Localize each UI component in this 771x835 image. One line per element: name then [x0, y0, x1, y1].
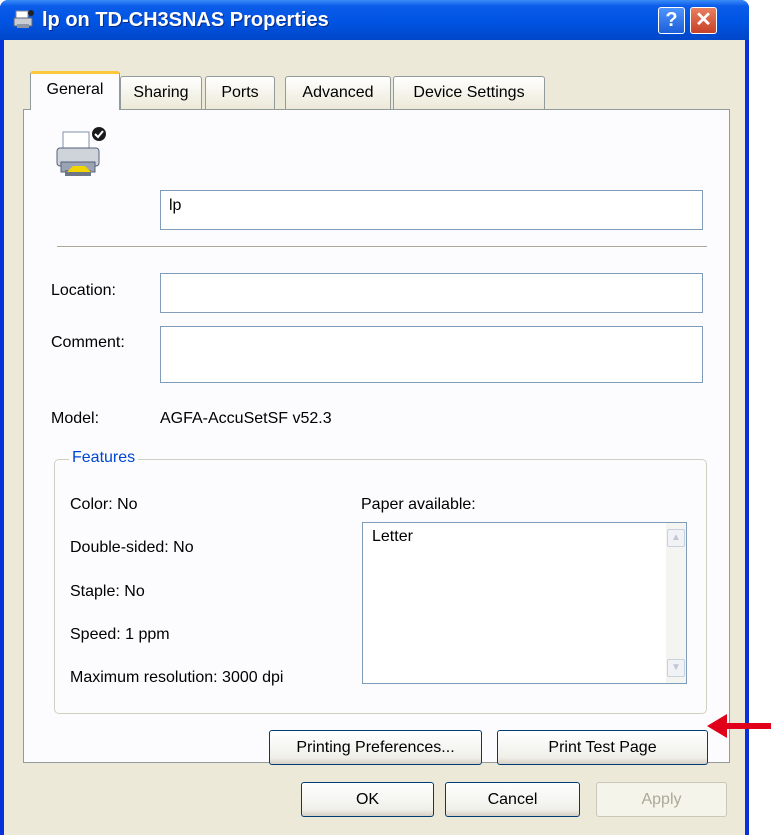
general-tab-panel: lp Location: Comment: Model: AGFA-AccuSe… — [23, 109, 730, 765]
model-label: Model: — [51, 410, 100, 427]
tab-sharing[interactable]: Sharing — [120, 76, 202, 109]
printer-icon — [13, 10, 34, 28]
printer-icon — [56, 127, 106, 176]
tab-device-settings[interactable]: Device Settings — [393, 76, 545, 109]
title-bar[interactable]: lp on TD-CH3SNAS Properties ? ✕ — [0, 0, 749, 40]
close-button[interactable]: ✕ — [690, 7, 717, 34]
model-value: AGFA-AccuSetSF v52.3 — [160, 410, 332, 427]
dialog-client-area: General Sharing Ports Advanced Device Se… — [4, 40, 745, 835]
paper-list[interactable]: Letter ▲ ▼ — [362, 522, 687, 684]
cancel-button[interactable]: Cancel — [445, 782, 580, 817]
printing-preferences-button[interactable]: Printing Preferences... — [269, 730, 482, 765]
separator — [57, 246, 707, 248]
list-item[interactable]: Letter — [372, 528, 413, 546]
comment-input[interactable] — [160, 326, 703, 383]
comment-label: Comment: — [51, 334, 125, 351]
scroll-up-icon[interactable]: ▲ — [667, 529, 685, 547]
properties-window: lp on TD-CH3SNAS Properties ? ✕ General … — [0, 0, 749, 835]
help-button[interactable]: ? — [658, 7, 685, 34]
scrollbar[interactable]: ▲ ▼ — [666, 523, 686, 683]
feature-staple: Staple: No — [70, 583, 145, 600]
paper-available-label: Paper available: — [361, 496, 476, 513]
window-title: lp on TD-CH3SNAS Properties — [42, 9, 329, 31]
red-arrow-icon — [707, 714, 771, 738]
scroll-down-icon[interactable]: ▼ — [667, 659, 685, 677]
apply-button[interactable]: Apply — [596, 782, 727, 817]
print-test-page-button[interactable]: Print Test Page — [497, 730, 708, 765]
feature-color: Color: No — [70, 496, 138, 513]
location-input[interactable] — [160, 273, 703, 313]
tab-general[interactable]: General — [30, 71, 120, 110]
location-label: Location: — [51, 282, 116, 299]
features-title: Features — [69, 449, 139, 467]
ok-button[interactable]: OK — [301, 782, 434, 817]
feature-speed: Speed: 1 ppm — [70, 626, 170, 643]
tab-advanced[interactable]: Advanced — [285, 76, 391, 109]
tab-ports[interactable]: Ports — [205, 76, 275, 109]
feature-double-sided: Double-sided: No — [70, 539, 194, 556]
printer-name-input[interactable]: lp — [160, 190, 703, 230]
feature-max-resolution: Maximum resolution: 3000 dpi — [70, 669, 284, 686]
